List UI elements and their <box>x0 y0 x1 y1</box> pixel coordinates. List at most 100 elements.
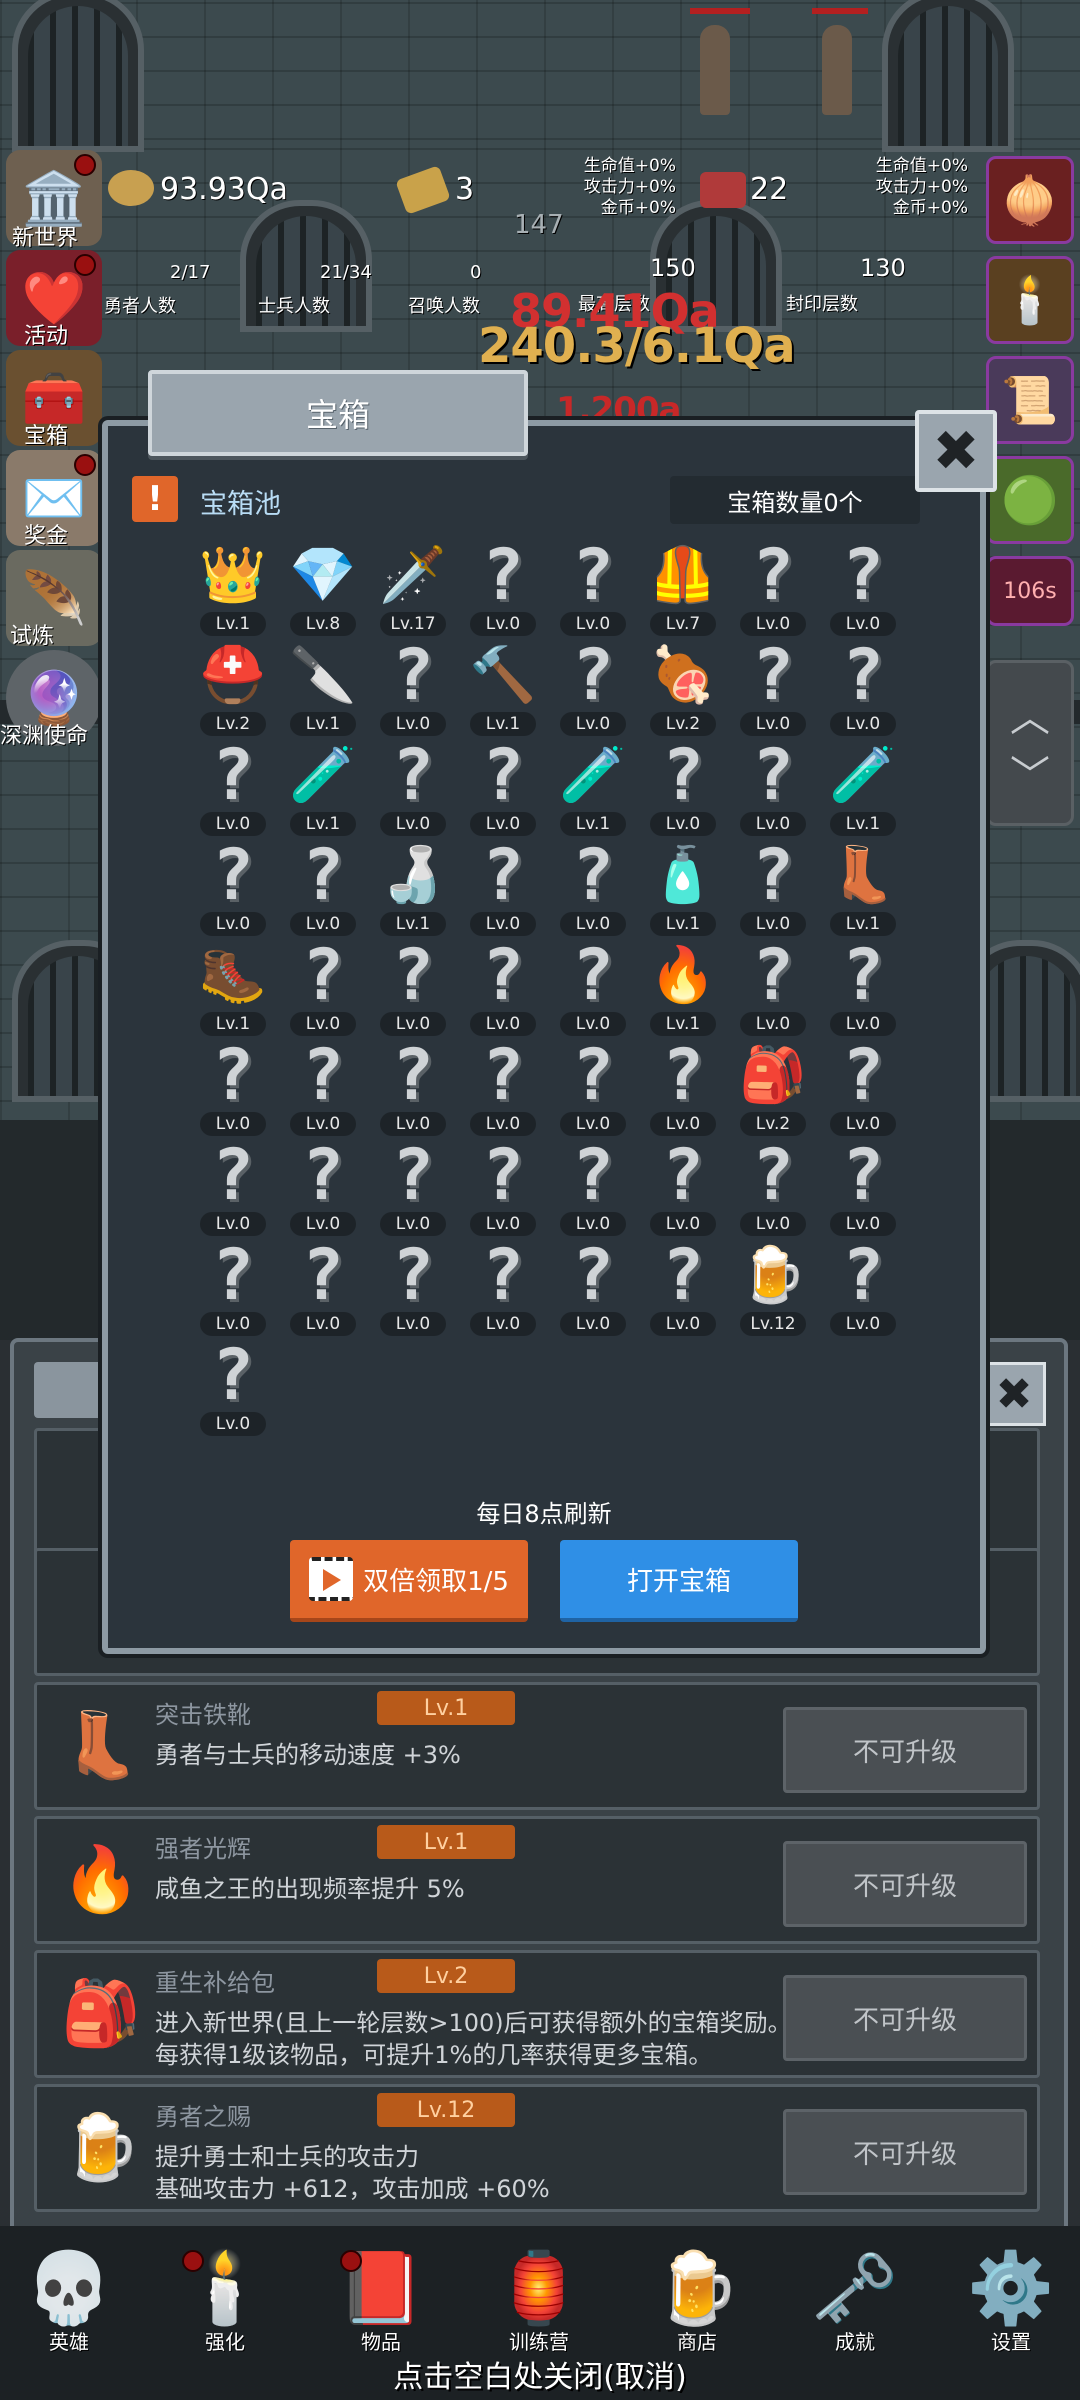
chest-item-slot[interactable]: 🍶 Lv.1 <box>368 840 458 940</box>
locked-item-slot[interactable]: ? Lv.0 <box>548 540 638 640</box>
item-icon: 🦺 <box>649 543 717 606</box>
locked-item-slot[interactable]: ? Lv.0 <box>818 1040 908 1140</box>
locked-item-slot[interactable]: ? Lv.0 <box>548 1140 638 1240</box>
locked-item-slot[interactable]: ? Lv.0 <box>818 1240 908 1340</box>
chest-item-slot[interactable]: 🍖 Lv.2 <box>638 640 728 740</box>
nav-upgrade[interactable]: 🕯️ 强化 <box>170 2240 280 2360</box>
chest-item-slot[interactable]: 🧪 Lv.1 <box>818 740 908 840</box>
locked-item-slot[interactable]: ? Lv.0 <box>278 840 368 940</box>
alert-icon[interactable]: ! <box>132 476 178 522</box>
locked-item-slot[interactable]: ? Lv.0 <box>638 1040 728 1140</box>
chest-item-slot[interactable]: 👑 Lv.1 <box>188 540 278 640</box>
nav-training-camp[interactable]: 🏮 训练营 <box>484 2240 594 2360</box>
locked-item-slot[interactable]: ? Lv.0 <box>278 940 368 1040</box>
chest-item-slot[interactable]: ⛑️ Lv.2 <box>188 640 278 740</box>
locked-item-slot[interactable]: ? Lv.0 <box>278 1240 368 1340</box>
locked-item-slot[interactable]: ? Lv.0 <box>458 840 548 940</box>
panel-close-button[interactable]: ✖ <box>982 1362 1046 1426</box>
onion-button[interactable]: 🧅 <box>986 156 1074 244</box>
modal-close-button[interactable]: ✖ <box>915 410 997 492</box>
locked-item-slot[interactable]: ? Lv.0 <box>728 940 818 1040</box>
question-mark-icon: ? <box>751 834 795 916</box>
scroll-floor-buttons[interactable]: ︿ ﹀ <box>986 660 1074 826</box>
gem-value: 22 <box>750 172 789 207</box>
chest-item-slot[interactable]: 🥾 Lv.1 <box>188 940 278 1040</box>
chest-item-slot[interactable]: 🔪 Lv.1 <box>278 640 368 740</box>
upgrade-button[interactable]: 不可升级 <box>783 2109 1027 2195</box>
chest-item-slot[interactable]: 💎 Lv.8 <box>278 540 368 640</box>
chevron-up-icon[interactable]: ︿ <box>1010 685 1050 743</box>
locked-item-slot[interactable]: ? Lv.0 <box>818 940 908 1040</box>
locked-item-slot[interactable]: ? Lv.0 <box>548 1040 638 1140</box>
locked-item-slot[interactable]: ? Lv.0 <box>638 1140 728 1240</box>
double-claim-button[interactable]: 双倍领取1/5 <box>290 1540 528 1622</box>
tap-to-close-hint[interactable]: 点击空白处关闭(取消) <box>0 2352 1080 2396</box>
upgrade-button[interactable]: 不可升级 <box>783 1975 1027 2061</box>
timer-badge[interactable]: 106s <box>986 556 1074 626</box>
open-chest-button[interactable]: 打开宝箱 <box>560 1540 798 1622</box>
locked-item-slot[interactable]: ? Lv.0 <box>188 1240 278 1340</box>
upgrade-button[interactable]: 不可升级 <box>783 1707 1027 1793</box>
locked-item-slot[interactable]: ? Lv.0 <box>818 540 908 640</box>
locked-item-slot[interactable]: ? Lv.0 <box>458 1040 548 1140</box>
locked-item-slot[interactable]: ? Lv.0 <box>188 840 278 940</box>
locked-item-slot[interactable]: ? Lv.0 <box>458 1240 548 1340</box>
locked-item-slot[interactable]: ? Lv.0 <box>548 640 638 740</box>
locked-item-slot[interactable]: ? Lv.0 <box>458 1140 548 1240</box>
locked-item-slot[interactable]: ? Lv.0 <box>638 1240 728 1340</box>
locked-item-slot[interactable]: ? Lv.0 <box>548 840 638 940</box>
locked-item-slot[interactable]: ? Lv.0 <box>458 540 548 640</box>
locked-item-slot[interactable]: ? Lv.0 <box>188 1040 278 1140</box>
locked-item-slot[interactable]: ? Lv.0 <box>638 740 728 840</box>
locked-item-slot[interactable]: ? Lv.0 <box>368 740 458 840</box>
item-level-badge: Lv.1 <box>377 1691 515 1725</box>
arch-door <box>12 0 144 152</box>
nav-achievements[interactable]: 🗝️ 成就 <box>800 2240 910 2360</box>
chest-item-slot[interactable]: 🗡️ Lv.17 <box>368 540 458 640</box>
scroll-icon: 📜 <box>1001 372 1059 427</box>
locked-item-slot[interactable]: ? Lv.0 <box>188 1340 278 1440</box>
chest-item-slot[interactable]: 🔨 Lv.1 <box>458 640 548 740</box>
locked-item-slot[interactable]: ? Lv.0 <box>728 540 818 640</box>
chest-item-slot[interactable]: 🎒 Lv.2 <box>728 1040 818 1140</box>
locked-item-slot[interactable]: ? Lv.0 <box>278 1040 368 1140</box>
chest-item-slot[interactable]: 🧪 Lv.1 <box>278 740 368 840</box>
chest-item-slot[interactable]: 🍺 Lv.12 <box>728 1240 818 1340</box>
question-mark-icon: ? <box>841 1234 885 1316</box>
locked-item-slot[interactable]: ? Lv.0 <box>548 940 638 1040</box>
question-mark-icon: ? <box>751 1134 795 1216</box>
enemy-hp-bar <box>690 8 750 14</box>
locked-item-slot[interactable]: ? Lv.0 <box>368 640 458 740</box>
locked-item-slot[interactable]: ? Lv.0 <box>368 1040 458 1140</box>
scroll-button[interactable]: 📜 <box>986 356 1074 444</box>
locked-item-slot[interactable]: ? Lv.0 <box>458 740 548 840</box>
chest-item-slot[interactable]: 👢 Lv.1 <box>818 840 908 940</box>
locked-item-slot[interactable]: ? Lv.0 <box>188 740 278 840</box>
locked-item-slot[interactable]: ? Lv.0 <box>818 1140 908 1240</box>
locked-item-slot[interactable]: ? Lv.0 <box>728 640 818 740</box>
locked-item-slot[interactable]: ? Lv.0 <box>458 940 548 1040</box>
locked-item-slot[interactable]: ? Lv.0 <box>188 1140 278 1240</box>
bonus-gold: 金币+0% <box>892 198 968 218</box>
locked-item-slot[interactable]: ? Lv.0 <box>818 640 908 740</box>
locked-item-slot[interactable]: ? Lv.0 <box>728 1140 818 1240</box>
upgrade-button[interactable]: 不可升级 <box>783 1841 1027 1927</box>
chest-item-slot[interactable]: 🧪 Lv.1 <box>548 740 638 840</box>
locked-item-slot[interactable]: ? Lv.0 <box>368 940 458 1040</box>
nav-heroes[interactable]: 💀 英雄 <box>14 2240 124 2360</box>
chevron-down-icon[interactable]: ﹀ <box>1010 743 1050 801</box>
chest-item-slot[interactable]: 🧴 Lv.1 <box>638 840 728 940</box>
chest-item-slot[interactable]: 🦺 Lv.7 <box>638 540 728 640</box>
nav-items[interactable]: 📕 物品 <box>326 2240 436 2360</box>
locked-item-slot[interactable]: ? Lv.0 <box>728 840 818 940</box>
locked-item-slot[interactable]: ? Lv.0 <box>548 1240 638 1340</box>
locked-item-slot[interactable]: ? Lv.0 <box>278 1140 368 1240</box>
locked-item-slot[interactable]: ? Lv.0 <box>368 1240 458 1340</box>
slime-button[interactable]: 🟢 <box>986 456 1074 544</box>
chest-item-slot[interactable]: 🔥 Lv.1 <box>638 940 728 1040</box>
locked-item-slot[interactable]: ? Lv.0 <box>728 740 818 840</box>
nav-settings[interactable]: ⚙️ 设置 <box>956 2240 1066 2360</box>
candle-button[interactable]: 🕯️ <box>986 256 1074 344</box>
nav-shop[interactable]: 🍺 商店 <box>642 2240 752 2360</box>
locked-item-slot[interactable]: ? Lv.0 <box>368 1140 458 1240</box>
